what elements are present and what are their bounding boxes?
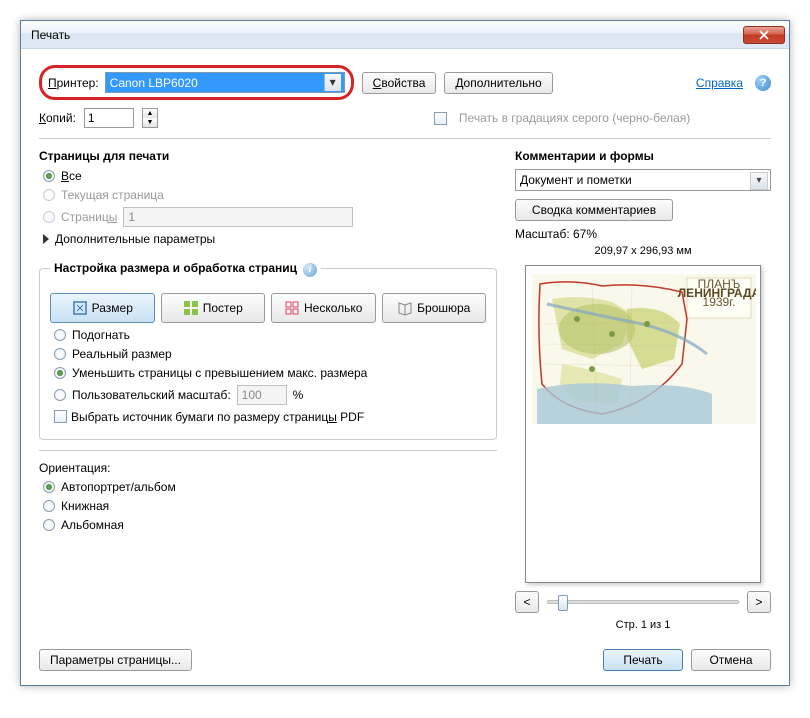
svg-text:1939г.: 1939г. <box>703 295 736 309</box>
comments-select[interactable]: Документ и пометки <box>515 169 771 191</box>
copies-spinner[interactable]: ▲▼ <box>142 108 158 128</box>
close-button[interactable] <box>743 26 785 44</box>
spinner-down-icon[interactable]: ▼ <box>143 118 157 127</box>
advanced-button[interactable]: Дополнительно <box>444 72 552 94</box>
booklet-tab-icon <box>397 300 413 316</box>
chevron-right-icon: > <box>755 595 762 609</box>
preview-scale: Масштаб: 67% <box>515 227 771 241</box>
preview-prev-button[interactable]: < <box>515 591 539 613</box>
radio-pages[interactable]: Страницы <box>43 207 497 227</box>
paper-source-checkbox[interactable] <box>54 410 67 423</box>
page-count: Стр. 1 из 1 <box>515 619 771 631</box>
printer-select[interactable]: Canon LBP6020 <box>105 72 345 93</box>
radio-orient-auto[interactable]: Автопортрет/альбом <box>43 480 497 494</box>
grayscale-label: Печать в градациях серого (черно-белая) <box>459 111 690 125</box>
info-icon[interactable]: i <box>303 263 317 277</box>
preview-dimensions: 209,97 x 296,93 мм <box>515 245 771 257</box>
radio-actual[interactable]: Реальный размер <box>54 347 486 361</box>
pages-input[interactable] <box>123 207 353 227</box>
radio-fit[interactable]: Подогнать <box>54 328 486 342</box>
slider-thumb[interactable] <box>558 595 568 611</box>
radio-all[interactable]: Все <box>43 169 497 183</box>
window-title: Печать <box>31 28 743 42</box>
radio-shrink[interactable]: Уменьшить страницы с превышением макс. р… <box>54 366 486 380</box>
copies-label: Копий: <box>39 111 76 125</box>
properties-button[interactable]: Свойства <box>362 72 437 94</box>
preview-box: ПЛАНЪ ЛЕНИНГРАДА 1939г. <box>525 265 761 583</box>
multiple-tab-icon <box>284 300 300 316</box>
comments-title: Комментарии и формы <box>515 149 771 163</box>
close-icon <box>759 30 769 40</box>
radio-custom-scale[interactable]: Пользовательский масштаб: % <box>54 385 486 405</box>
tab-size[interactable]: Размер <box>50 293 155 323</box>
custom-scale-input[interactable] <box>237 385 287 405</box>
help-link[interactable]: Справка <box>696 76 743 90</box>
printer-label: Принтер: <box>48 76 99 90</box>
print-button[interactable]: Печать <box>603 649 683 671</box>
size-handling-group: Настройка размера и обработка страницi Р… <box>39 261 497 440</box>
help-icon[interactable]: ? <box>755 75 771 91</box>
print-dialog: Печать Принтер: Canon LBP6020 Свойства Д… <box>20 20 790 686</box>
tab-booklet[interactable]: Брошюра <box>382 293 487 323</box>
size-tab-icon <box>72 300 88 316</box>
triangle-icon <box>43 234 49 244</box>
radio-orient-landscape[interactable]: Альбомная <box>43 518 497 532</box>
titlebar: Печать <box>21 21 789 49</box>
copies-input[interactable] <box>84 108 134 128</box>
spinner-up-icon[interactable]: ▲ <box>143 109 157 118</box>
grayscale-checkbox[interactable] <box>434 112 447 125</box>
poster-tab-icon <box>183 300 199 316</box>
printer-highlight: Принтер: Canon LBP6020 <box>39 65 354 100</box>
orientation-title: Ориентация: <box>39 461 497 475</box>
tab-poster[interactable]: Постер <box>161 293 266 323</box>
radio-current[interactable]: Текущая страница <box>43 188 497 202</box>
preview-map-image: ПЛАНЪ ЛЕНИНГРАДА 1939г. <box>532 274 756 424</box>
page-setup-button[interactable]: Параметры страницы... <box>39 649 192 671</box>
tab-multiple[interactable]: Несколько <box>271 293 376 323</box>
paper-source-row[interactable]: Выбрать источник бумаги по размеру стран… <box>54 410 486 424</box>
pages-section-title: Страницы для печати <box>39 149 497 163</box>
printer-value: Canon LBP6020 <box>110 76 198 90</box>
more-options-toggle[interactable]: Дополнительные параметры <box>43 232 497 246</box>
cancel-button[interactable]: Отмена <box>691 649 771 671</box>
chevron-left-icon: < <box>523 595 530 609</box>
radio-orient-portrait[interactable]: Книжная <box>43 499 497 513</box>
comments-summary-button[interactable]: Сводка комментариев <box>515 199 673 221</box>
preview-next-button[interactable]: > <box>747 591 771 613</box>
preview-slider[interactable] <box>547 600 739 604</box>
size-section-title: Настройка размера и обработка страницi <box>50 261 321 277</box>
